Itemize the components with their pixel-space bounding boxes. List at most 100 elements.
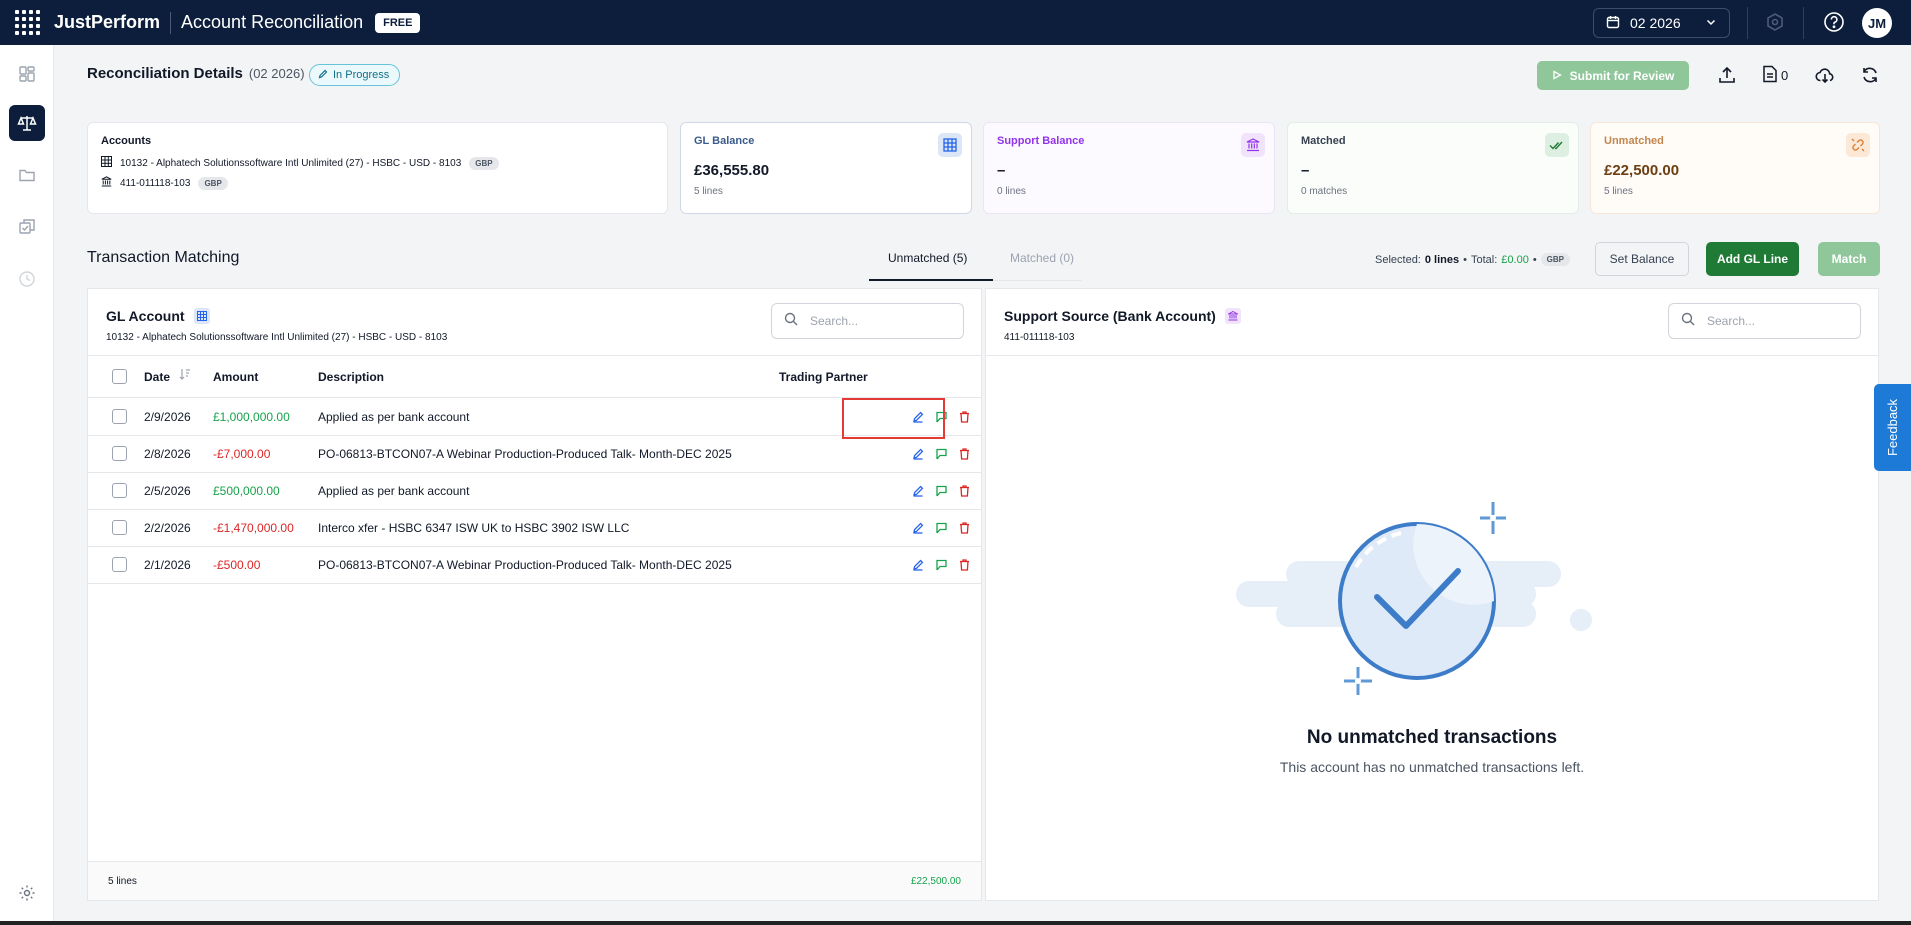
delete-icon[interactable]	[959, 522, 970, 537]
support-search-input[interactable]	[1707, 314, 1837, 328]
flag-icon[interactable]	[935, 448, 948, 463]
gl-search-input[interactable]	[810, 314, 940, 328]
edit-icon[interactable]	[912, 559, 924, 574]
currency-badge: GBP	[198, 176, 228, 190]
support-balance-sub: 0 lines	[997, 186, 1026, 197]
submit-for-review-button[interactable]: Submit for Review	[1537, 61, 1689, 90]
row-description: PO-06813-BTCON07-A Webinar Production-Pr…	[318, 447, 732, 461]
topbar-divider	[1747, 7, 1748, 39]
edit-icon[interactable]	[912, 522, 924, 537]
gl-balance-card: GL Balance £36,555.80 5 lines	[680, 122, 972, 214]
row-checkbox[interactable]	[112, 483, 127, 498]
gl-balance-value: £36,555.80	[694, 162, 770, 179]
flag-icon[interactable]	[935, 522, 948, 537]
bank-icon	[1224, 308, 1241, 324]
delete-icon[interactable]	[959, 485, 970, 500]
app-launcher-icon[interactable]	[14, 10, 40, 36]
edit-icon[interactable]	[912, 411, 924, 426]
upload-icon[interactable]	[1717, 64, 1737, 86]
total-label: Total:	[1470, 253, 1498, 266]
main-content: Reconciliation Details (02 2026) In Prog…	[55, 45, 1911, 925]
dashboard-icon[interactable]	[9, 56, 45, 92]
col-date[interactable]: Date	[144, 370, 170, 384]
search-icon	[1681, 312, 1695, 331]
set-balance-button[interactable]: Set Balance	[1595, 242, 1689, 276]
hexagon-icon[interactable]	[1763, 10, 1787, 34]
plan-badge: FREE	[375, 12, 421, 33]
gl-balance-label: GL Balance	[694, 135, 755, 147]
user-avatar[interactable]: JM	[1862, 8, 1892, 38]
row-date: 2/9/2026	[144, 410, 191, 424]
table-row[interactable]: 2/2/2026 -£1,470,000.00 Interco xfer - H…	[88, 510, 981, 547]
col-trading-partner: Trading Partner	[779, 370, 868, 384]
row-date: 2/5/2026	[144, 484, 191, 498]
submit-label: Submit for Review	[1569, 68, 1675, 83]
matched-value: –	[1301, 162, 1310, 179]
status-text: In Progress	[333, 69, 390, 81]
edit-icon[interactable]	[912, 448, 924, 463]
gl-panel-footer: 5 lines £22,500.00	[88, 861, 981, 900]
play-icon	[1552, 69, 1562, 83]
settings-icon[interactable]	[9, 875, 45, 911]
flag-icon[interactable]	[935, 559, 948, 574]
history-icon[interactable]	[9, 261, 45, 297]
tab-baseline	[993, 280, 1082, 281]
grid-icon	[193, 308, 210, 324]
row-amount: -£1,470,000.00	[213, 521, 294, 535]
table-row[interactable]: 2/1/2026 -£500.00 PO-06813-BTCON07-A Web…	[88, 547, 981, 584]
row-amount: £1,000,000.00	[213, 410, 290, 424]
topbar-divider	[1803, 7, 1804, 39]
period-selector[interactable]: 02 2026	[1593, 8, 1730, 38]
row-amount: -£7,000.00	[213, 447, 271, 461]
tasks-icon[interactable]	[9, 209, 45, 245]
flag-icon[interactable]	[935, 485, 948, 500]
edit-icon[interactable]	[912, 485, 924, 500]
pencil-icon	[318, 69, 328, 82]
bank-icon	[101, 176, 112, 190]
document-icon	[1762, 65, 1778, 86]
col-description: Description	[318, 370, 385, 384]
empty-state-text: This account has no unmatched transactio…	[1279, 759, 1585, 775]
scale-icon[interactable]	[9, 105, 45, 141]
row-actions	[912, 448, 970, 463]
section-title: Transaction Matching	[87, 249, 240, 266]
document-count-button[interactable]: 0	[1762, 64, 1788, 86]
delete-icon[interactable]	[959, 411, 970, 426]
delete-icon[interactable]	[959, 559, 970, 574]
download-icon[interactable]	[1815, 64, 1835, 86]
table-row[interactable]: 2/9/2026 £1,000,000.00 Applied as per ba…	[88, 399, 981, 436]
row-checkbox[interactable]	[112, 520, 127, 535]
row-date: 2/1/2026	[144, 558, 191, 572]
help-icon[interactable]	[1822, 10, 1846, 34]
select-all-checkbox[interactable]	[112, 369, 127, 384]
table-row[interactable]: 2/8/2026 -£7,000.00 PO-06813-BTCON07-A W…	[88, 436, 981, 473]
gl-panel-subtitle: 10132 - Alphatech Solutionssoftware Intl…	[106, 332, 448, 343]
app-title: Account Reconciliation	[181, 12, 364, 32]
folder-icon[interactable]	[9, 157, 45, 193]
flag-icon[interactable]	[935, 411, 948, 426]
add-gl-line-button[interactable]: Add GL Line	[1706, 242, 1799, 276]
accounts-label: Accounts	[101, 135, 152, 147]
row-checkbox[interactable]	[112, 446, 127, 461]
page-period: (02 2026)	[248, 66, 305, 81]
gl-panel-title: GL Account	[106, 308, 210, 324]
sort-icon[interactable]	[179, 367, 191, 384]
account-line: 10132 - Alphatech Solutionssoftware Intl…	[101, 156, 654, 170]
currency-badge: GBP	[1540, 253, 1571, 266]
row-checkbox[interactable]	[112, 557, 127, 572]
empty-state-title: No unmatched transactions	[1306, 727, 1558, 748]
selection-summary: Selected: 0 lines • Total: £0.00 • GBP	[1375, 253, 1571, 266]
feedback-tab[interactable]: Feedback	[1874, 384, 1911, 471]
brand-name[interactable]: JustPerform	[54, 12, 160, 33]
match-button[interactable]: Match	[1818, 242, 1880, 276]
page-title-text: Reconciliation Details	[87, 65, 243, 82]
tab-unmatched[interactable]: Unmatched (5)	[888, 251, 967, 265]
active-tab-indicator	[869, 279, 993, 281]
delete-icon[interactable]	[959, 448, 970, 463]
feedback-label: Feedback	[1885, 398, 1900, 457]
empty-state-illustration	[1236, 502, 1592, 695]
tab-matched[interactable]: Matched (0)	[1010, 251, 1074, 265]
row-checkbox[interactable]	[112, 409, 127, 424]
table-row[interactable]: 2/5/2026 £500,000.00 Applied as per bank…	[88, 473, 981, 510]
refresh-icon[interactable]	[1860, 64, 1880, 86]
